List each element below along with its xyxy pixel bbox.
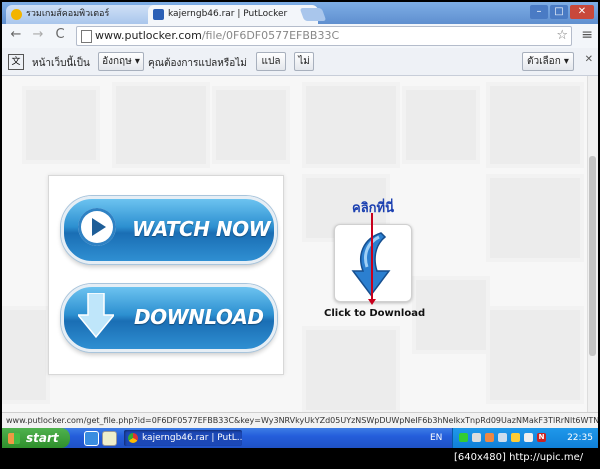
tray-bluetooth-icon[interactable] [524,433,533,442]
tray-app-icon[interactable] [472,433,481,442]
download-button[interactable]: DOWNLOAD [61,284,277,352]
curved-download-arrow-icon [351,232,391,297]
tray-network-icon[interactable] [459,433,468,442]
download-arrow-icon [78,293,114,339]
address-bar[interactable]: www.putlocker.com/file/0F6DF0577EFBB33C … [76,26,572,46]
click-to-download-button[interactable] [334,224,412,302]
download-panel: WATCH NOW DOWNLOAD [48,175,284,375]
tray-update-icon[interactable] [511,433,520,442]
translate-question: คุณต้องการแปลหรือไม่ [148,58,247,69]
click-here-annotation: คลิกที่นี่ [352,201,394,216]
watermark-text: [640x480] http://upic.me/ [454,452,584,463]
bookmark-star-icon[interactable]: ☆ [556,27,568,45]
maximize-button[interactable]: □ [550,5,568,19]
tab-putlocker[interactable]: kajerngb46.rar | PutLocker ✕ [148,5,318,24]
translate-icon: 文 [8,54,24,70]
page-content: WATCH NOW DOWNLOAD คลิกที่นี่ Click to D… [2,76,598,412]
ie-icon[interactable] [84,431,99,446]
bg-tile [486,306,584,404]
bg-tile [2,306,50,404]
bg-tile [402,86,480,164]
minimize-button[interactable]: – [530,5,548,19]
bg-tile [486,82,584,168]
forward-button[interactable]: → [30,27,46,43]
language-select[interactable]: อังกฤษ ▾ [98,52,144,71]
bg-tile [302,326,400,412]
no-translate-button[interactable]: ไม่ [294,52,314,71]
translate-prefix: หน้าเว็บนี้เป็น [32,58,90,69]
language-indicator[interactable]: EN [430,428,442,448]
red-pointer-arrow [368,213,376,305]
new-tab-button[interactable] [299,8,327,21]
back-button[interactable]: ← [8,27,24,43]
reload-button[interactable]: C [52,27,68,43]
close-window-button[interactable]: ✕ [570,5,594,19]
watch-now-label: WATCH NOW [132,217,271,241]
bg-tile [302,82,400,168]
bg-tile [486,174,584,262]
status-bar-url: www.putlocker.com/get_file.php?id=0F6DF0… [2,412,598,428]
system-tray: N 22:35 [452,428,598,448]
address-url: www.putlocker.com/file/0F6DF0577EFBB33C [95,29,340,42]
tab-strip: รวมเกมส์คอมพิวเตอร์ ✕ kajerngb46.rar | P… [2,2,598,24]
translate-options-button[interactable]: ตัวเลือก ▾ [522,52,574,71]
page-icon [81,30,92,43]
tab-games[interactable]: รวมเกมส์คอมพิวเตอร์ ✕ [6,5,164,24]
close-translate-bar-icon[interactable]: ✕ [585,54,593,65]
tab-label: รวมเกมส์คอมพิวเตอร์ [26,9,110,19]
menu-icon[interactable]: ≡ [581,27,593,43]
taskbar-item-chrome[interactable]: kajerngb46.rar | PutL... [124,430,242,446]
play-icon [78,208,116,246]
translate-button[interactable]: แปล [256,52,286,71]
tray-security-icon[interactable] [485,433,494,442]
taskbar-clock: 22:35 [567,433,593,443]
putlocker-favicon-icon [153,9,164,20]
click-to-download-label: Click to Download [324,308,426,319]
show-desktop-icon[interactable] [102,431,117,446]
start-button[interactable]: start [2,428,70,448]
download-label: DOWNLOAD [134,305,264,329]
tab-label: kajerngb46.rar | PutLocker [168,9,288,19]
tray-volume-icon[interactable] [498,433,507,442]
vertical-scrollbar[interactable] [587,76,598,412]
scrollbar-thumb[interactable] [589,156,596,356]
windows-taskbar: start kajerngb46.rar | PutL... EN N 22:3… [2,428,598,448]
watch-now-button[interactable]: WATCH NOW [61,196,277,264]
window-controls: – □ ✕ [528,4,594,19]
navigation-toolbar: ← → C www.putlocker.com/file/0F6DF0577EF… [2,24,598,48]
bg-tile [22,86,100,164]
tray-n-icon[interactable]: N [537,433,546,442]
bg-tile [112,82,210,168]
taskbar-item-label: kajerngb46.rar | PutL... [142,433,242,443]
chrome-icon [128,433,138,443]
windows-flag-icon [8,433,20,444]
browser-window: รวมเกมส์คอมพิวเตอร์ ✕ kajerngb46.rar | P… [2,2,598,428]
site-favicon-icon [11,9,22,20]
bg-tile [212,86,290,164]
translate-bar: 文 หน้าเว็บนี้เป็น อังกฤษ ▾ คุณต้องการแปล… [2,48,598,76]
start-label: start [26,431,59,445]
